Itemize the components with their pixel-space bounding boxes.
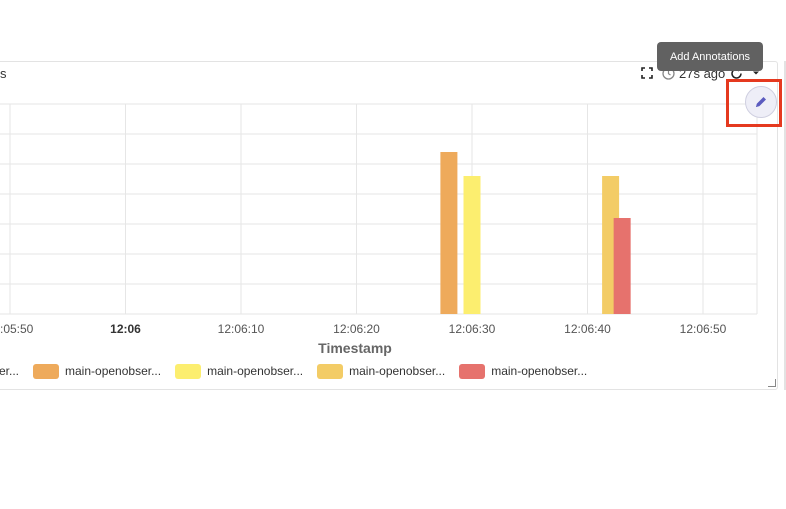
legend-swatch: [33, 363, 60, 379]
resize-handle[interactable]: [768, 379, 776, 387]
legend-item[interactable]: main-openobser...: [317, 363, 446, 379]
legend-label: main-openobser...: [207, 364, 304, 378]
legend-swatch: [175, 363, 202, 379]
fullscreen-icon[interactable]: [640, 66, 654, 80]
panel-title: s: [0, 66, 7, 81]
legend-item[interactable]: main-openobser...: [175, 363, 304, 379]
legend-label: main-openobser...: [65, 364, 162, 378]
legend-swatch: [459, 363, 486, 379]
legend-label: main-openobser...: [491, 364, 588, 378]
chart-panel: [0, 61, 778, 390]
legend-swatch: [317, 363, 344, 379]
add-annotations-tooltip: Add Annotations: [657, 42, 763, 71]
legend-label: main-openobser...: [349, 364, 446, 378]
chart-legend: er... main-openobser... main-openobser... m…: [0, 362, 601, 380]
legend-label: er...: [0, 364, 20, 378]
legend-item[interactable]: er...: [0, 364, 19, 379]
legend-item[interactable]: main-openobser...: [459, 363, 588, 379]
annotation-button-highlight: [726, 79, 782, 127]
legend-item[interactable]: main-openobser...: [33, 363, 162, 379]
